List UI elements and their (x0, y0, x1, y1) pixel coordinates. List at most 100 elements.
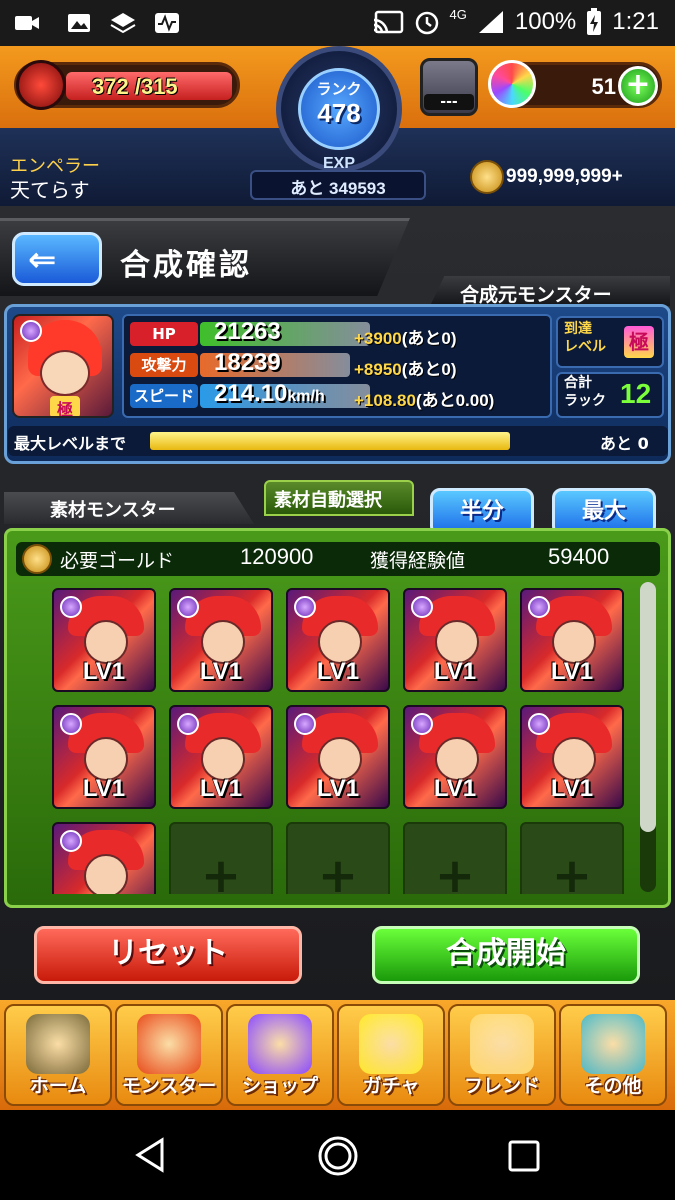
element-icon (177, 596, 199, 618)
alarm-icon (415, 11, 438, 35)
material-slot[interactable]: LV1 (286, 588, 390, 692)
nav-item[interactable]: ホーム (4, 1004, 112, 1106)
slot-level: LV1 (433, 658, 477, 685)
material-slot[interactable]: LV1 (52, 705, 156, 809)
gained-exp-value: 59400 (548, 544, 610, 569)
orb-icon (248, 1014, 312, 1074)
max-level-bar (150, 432, 510, 450)
signal-icon (478, 11, 503, 33)
stat-bonus: +8950(あと0) (354, 360, 457, 379)
stamina-value: 372 /315 (92, 74, 178, 99)
material-slot[interactable]: LV1 (520, 588, 624, 692)
network-type: 4G (449, 6, 467, 22)
scrollbar-thumb[interactable] (640, 582, 656, 832)
home-icon[interactable] (316, 1134, 360, 1178)
slot-level: LV1 (316, 775, 360, 802)
slot-level: LV1 (550, 658, 594, 685)
nav-label: モンスター (121, 1075, 217, 1097)
slot-level: LV1 (199, 775, 243, 802)
element-icon (411, 596, 433, 618)
start-fusion-button[interactable]: 合成開始 (372, 926, 640, 984)
nav-item[interactable]: フレンド (448, 1004, 556, 1106)
back-arrow-icon: ⇐ (28, 240, 57, 280)
empty-slot[interactable]: + (286, 822, 390, 894)
add-icon: + (434, 848, 476, 894)
player-name: 天てらす (10, 178, 90, 202)
stat-value: 214.10km/h (214, 380, 325, 407)
battery-icon (587, 8, 602, 35)
slot-level: LV1 (54, 892, 154, 894)
back-icon[interactable] (132, 1136, 170, 1174)
clock: 1:21 (612, 8, 659, 35)
element-icon (60, 713, 82, 735)
status-right: 4G 100% 1:21 (372, 6, 659, 36)
portrait-face (40, 350, 90, 396)
max-level-label: 最大レベルまで (14, 434, 127, 453)
element-icon (528, 713, 550, 735)
monster-face (84, 854, 128, 894)
recents-icon[interactable] (506, 1138, 542, 1174)
material-slot[interactable]: LV1 (52, 588, 156, 692)
activity-icon (155, 13, 179, 33)
add-icon: + (200, 848, 242, 894)
castle-icon (26, 1014, 90, 1074)
slot-level: LV1 (433, 775, 477, 802)
nav-label: フレンド (463, 1075, 540, 1097)
reach-level-label: 到達 レベル (564, 321, 606, 355)
gold-coin-icon (470, 160, 504, 194)
dragon-icon (137, 1014, 201, 1074)
nav-item[interactable]: その他 (559, 1004, 667, 1106)
gold-amount: 999,999,999+ (506, 166, 623, 187)
luck-value: 12 (620, 378, 652, 409)
reach-level-badge: 極 (624, 326, 654, 358)
rank-value: 478 (317, 98, 361, 128)
nav-item[interactable]: ガチャ (337, 1004, 445, 1106)
base-monster-portrait[interactable]: 極 (12, 314, 114, 418)
material-slot[interactable]: LV1 (169, 705, 273, 809)
nav-item[interactable]: モンスター (115, 1004, 223, 1106)
nav-label: ショップ (241, 1075, 318, 1097)
element-icon (60, 830, 82, 852)
stat-value: 21263 (214, 318, 281, 345)
slot-level: LV1 (199, 658, 243, 685)
material-slot[interactable]: LV1 (169, 588, 273, 692)
nav-item[interactable]: ショップ (226, 1004, 334, 1106)
friends-icon (470, 1014, 534, 1074)
element-icon (60, 596, 82, 618)
egg-icon (359, 1014, 423, 1074)
empty-slot[interactable]: + (403, 822, 507, 894)
status-bar: 4G 100% 1:21 (0, 0, 675, 46)
material-slot[interactable]: LV1 (403, 705, 507, 809)
question-icon (581, 1014, 645, 1074)
material-slot[interactable]: LV1 (520, 705, 624, 809)
required-gold-value: 120900 (240, 544, 314, 569)
material-tab-label: 素材モンスター (50, 500, 176, 521)
empty-slot[interactable]: + (169, 822, 273, 894)
slot-level: LV1 (82, 658, 126, 685)
back-button[interactable] (12, 232, 102, 286)
reset-button[interactable]: リセット (34, 926, 302, 984)
element-icon (294, 713, 316, 735)
page-title: 合成確認 (120, 248, 252, 283)
system-nav-bar (0, 1110, 675, 1200)
badge-ultimate: 極 (50, 396, 80, 416)
exp-remaining: あと 349593 (290, 179, 386, 198)
nav-label: ガチャ (362, 1075, 420, 1097)
material-slot[interactable]: LV1 (403, 588, 507, 692)
empty-slot[interactable]: + (520, 822, 624, 894)
element-icon (177, 713, 199, 735)
material-grid: LV1 LV1 LV1 LV1 LV1 LV1 LV1 LV1 LV1 LV1 LV1 + + + + (50, 586, 630, 894)
auto-select-label: 素材自動選択 (274, 490, 382, 511)
luck-label: 合計 ラック (564, 375, 606, 409)
material-slot[interactable]: LV1 (286, 705, 390, 809)
cast-icon (373, 10, 403, 34)
item-box-value: --- (424, 94, 474, 110)
nav-label: ホーム (29, 1075, 87, 1097)
stat-label: 攻撃力 (130, 353, 198, 377)
buy-orbs-button[interactable]: + (618, 66, 658, 106)
stat-bonus: +108.80(あと0.00) (354, 391, 495, 410)
material-slot[interactable]: LV1 (52, 822, 156, 894)
gold-coin-icon (22, 544, 52, 574)
element-icon (20, 320, 42, 342)
orb-icon (488, 60, 536, 108)
